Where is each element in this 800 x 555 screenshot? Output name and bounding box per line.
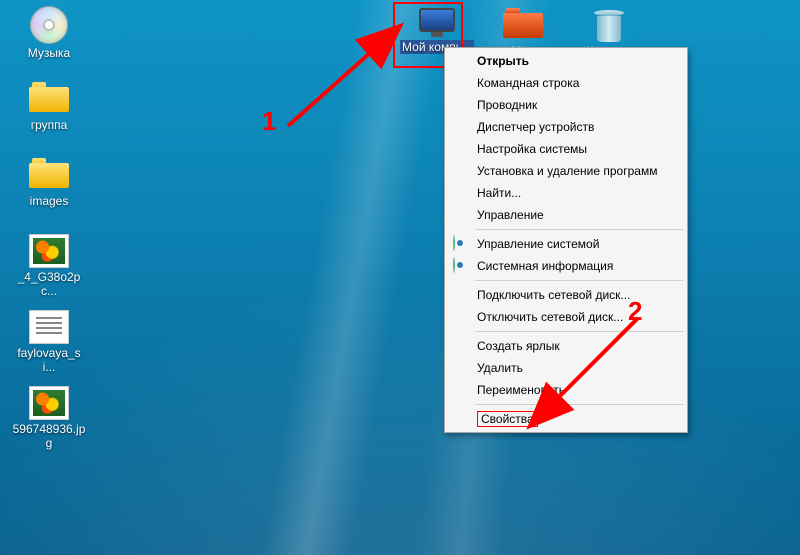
menu-item-system-config[interactable]: Настройка системы	[447, 138, 685, 160]
icon-label: faylovaya_si...	[12, 346, 86, 374]
icon-photo1[interactable]: _4_G38o2pc...	[12, 234, 86, 298]
menu-item-device-manager[interactable]: Диспетчер устройств	[447, 116, 685, 138]
menu-item-add-remove-programs[interactable]: Установка и удаление программ	[447, 160, 685, 182]
icon-label: 596748936.jpg	[12, 422, 86, 450]
menu-item-map-drive[interactable]: Подключить сетевой диск...	[447, 284, 685, 306]
annotation-arrow-1	[280, 18, 430, 138]
image-thumb-icon	[29, 386, 69, 420]
menu-item-find[interactable]: Найти...	[447, 182, 685, 204]
folder-icon	[29, 82, 69, 116]
icon-images-folder[interactable]: images	[12, 158, 86, 208]
menu-item-system-management[interactable]: Управление системой	[447, 233, 685, 255]
menu-item-command-line[interactable]: Командная строка	[447, 72, 685, 94]
desktop[interactable]: Музыка группа images _4_G38o2pc... faylo…	[0, 0, 800, 555]
annotation-arrow-2	[520, 312, 670, 442]
menu-item-system-information[interactable]: Системная информация	[447, 255, 685, 277]
icon-label: images	[12, 194, 86, 208]
disc-icon	[30, 6, 68, 44]
annotation-number-1: 1	[262, 108, 276, 134]
menu-separator	[475, 229, 683, 230]
icon-label: группа	[12, 118, 86, 132]
folder-icon	[29, 158, 69, 192]
folder-icon	[503, 8, 543, 42]
recycle-bin-icon	[594, 8, 624, 42]
icon-group-folder[interactable]: группа	[12, 82, 86, 132]
icon-textfile[interactable]: faylovaya_si...	[12, 310, 86, 374]
icon-music[interactable]: Музыка	[12, 6, 86, 60]
textfile-icon	[29, 310, 69, 344]
icon-label: Музыка	[12, 46, 86, 60]
image-thumb-icon	[29, 234, 69, 268]
icon-label: _4_G38o2pc...	[12, 270, 86, 298]
menu-item-manage[interactable]: Управление	[447, 204, 685, 226]
menu-separator	[475, 280, 683, 281]
info-icon	[453, 258, 469, 274]
gear-icon	[453, 236, 469, 252]
menu-item-explorer[interactable]: Проводник	[447, 94, 685, 116]
icon-photo2[interactable]: 596748936.jpg	[12, 386, 86, 450]
menu-item-open[interactable]: Открыть	[447, 50, 685, 72]
